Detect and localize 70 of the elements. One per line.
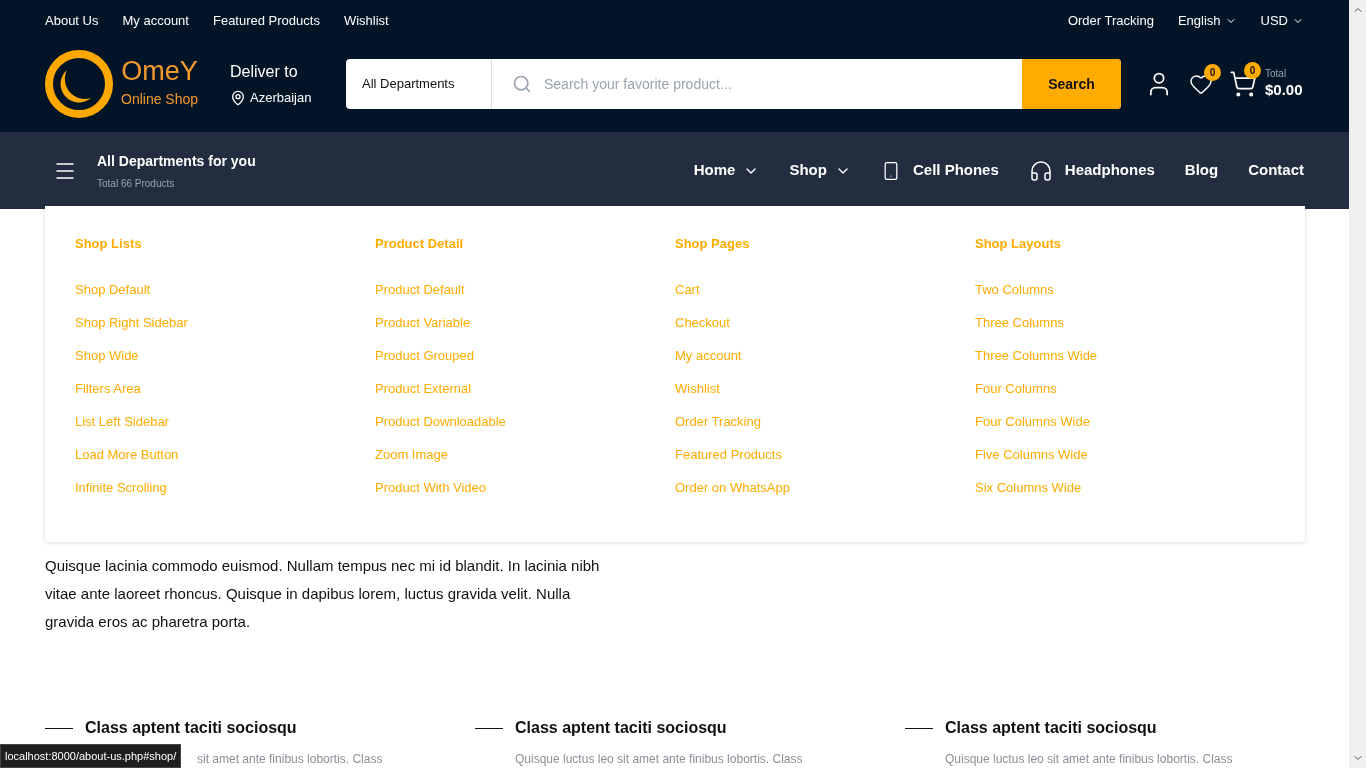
top-link[interactable]: Featured Products [212, 10, 320, 31]
feature-title: Class aptent taciti sociosqu [85, 718, 297, 738]
nav-link[interactable]: Headphones [1028, 158, 1155, 183]
menu-link[interactable]: Wishlist [675, 378, 975, 412]
feature-text: Quisque luctus leo sit amet ante finibus lobortis. Class [515, 751, 804, 768]
top-link[interactable]: About Us [45, 10, 99, 31]
feature-title: Class aptent taciti sociosqu [515, 718, 727, 738]
search-button[interactable]: Search [1022, 59, 1121, 109]
menu-link[interactable]: Cart [675, 279, 975, 313]
nav-link[interactable]: Cell Phones [880, 159, 999, 182]
menu-link[interactable]: Product With Video [375, 477, 675, 511]
logo-name: OmeY [121, 58, 198, 85]
menu-link[interactable]: Order Tracking [675, 411, 975, 445]
menu-link[interactable]: Product Default [375, 279, 675, 313]
deliver-location: Azerbaijan [250, 89, 312, 108]
menu-link[interactable]: Product Downloadable [375, 411, 675, 445]
department-select[interactable]: All Departments [346, 59, 492, 109]
feature-text: Quisque luctus leo sit amet ante finibus lobortis. Class [945, 751, 1234, 768]
menu-link[interactable]: Shop Right Sidebar [75, 312, 375, 346]
menu-link[interactable]: Six Columns Wide [975, 477, 1275, 511]
menu-link[interactable]: Four Columns Wide [975, 411, 1275, 445]
menu-link[interactable]: Filters Area [75, 378, 375, 412]
top-link[interactable]: Wishlist [343, 10, 389, 31]
top-link[interactable]: My account [122, 10, 189, 31]
cart-total-label: Total [1265, 68, 1288, 81]
logo-icon [45, 50, 113, 118]
search-icon [512, 74, 532, 94]
nav-link[interactable]: Shop [789, 159, 851, 182]
menu-link[interactable]: Order on WhatsApp [675, 477, 975, 511]
cart-total: $0.00 [1265, 80, 1303, 100]
nav-link[interactable]: Home [693, 159, 760, 182]
menu-link[interactable]: Infinite Scrolling [75, 477, 375, 511]
language-dropdown[interactable]: English [1177, 10, 1237, 31]
search-field[interactable]: Search your favorite product... [544, 73, 1002, 95]
top-link[interactable]: Order Tracking [1067, 10, 1154, 31]
menu-link[interactable]: Three Columns [975, 312, 1275, 346]
nav-link[interactable]: Contact [1248, 159, 1304, 182]
menu-link[interactable]: Product External [375, 378, 675, 412]
deliver-label: Deliver to [230, 62, 299, 83]
departments-subtitle: Total 66 Products [97, 176, 176, 191]
menu-link[interactable]: Zoom Image [375, 444, 675, 478]
body-paragraph: Quisque lacinia commodo euismod. Nullam tempus nec mi id blandit. In lacinia nibh vitae ante laoreet rhoncus. Quisque in dapibus lorem, luctus gravida velit. Nulla gravida eros ac pharetra porta. [45, 556, 601, 632]
menu-link[interactable]: Two Columns [975, 279, 1275, 313]
menu-column-title: Shop Pages [675, 235, 751, 253]
feature-title: Class aptent taciti sociosqu [945, 718, 1157, 738]
menu-link[interactable]: Product Variable [375, 312, 675, 346]
menu-link[interactable]: Five Columns Wide [975, 444, 1275, 478]
menu-link[interactable]: Four Columns [975, 378, 1275, 412]
departments-title[interactable]: All Departments for you [97, 150, 256, 172]
nav-link[interactable]: Blog [1184, 159, 1219, 182]
headphones-icon [1028, 158, 1053, 183]
menu-link[interactable]: Three Columns Wide [975, 345, 1275, 379]
menu-column-title: Shop Lists [75, 235, 143, 253]
menu-column-title: Shop Layouts [975, 235, 1062, 253]
status-url: localhost:8000/about-us.php#shop/ [0, 743, 182, 768]
menu-link[interactable]: Featured Products [675, 444, 975, 478]
menu-link[interactable]: Checkout [675, 312, 975, 346]
menu-column-title: Product Detail [375, 235, 465, 253]
wishlist-count: 0 [1204, 64, 1221, 81]
menu-link[interactable]: List Left Sidebar [75, 411, 375, 445]
cart-count: 0 [1244, 62, 1261, 79]
menu-link[interactable]: Load More Button [75, 444, 375, 478]
menu-link[interactable]: My account [675, 345, 975, 379]
menu-link[interactable]: Product Grouped [375, 345, 675, 379]
menu-link[interactable]: Shop Wide [75, 345, 375, 379]
logo-tagline: Online Shop [121, 90, 199, 109]
feature-text: sit amet ante finibus lobortis. Class [197, 751, 384, 768]
menu-link[interactable]: Shop Default [75, 279, 375, 313]
location-pin-icon [230, 90, 246, 106]
currency-dropdown[interactable]: USD [1260, 10, 1304, 31]
